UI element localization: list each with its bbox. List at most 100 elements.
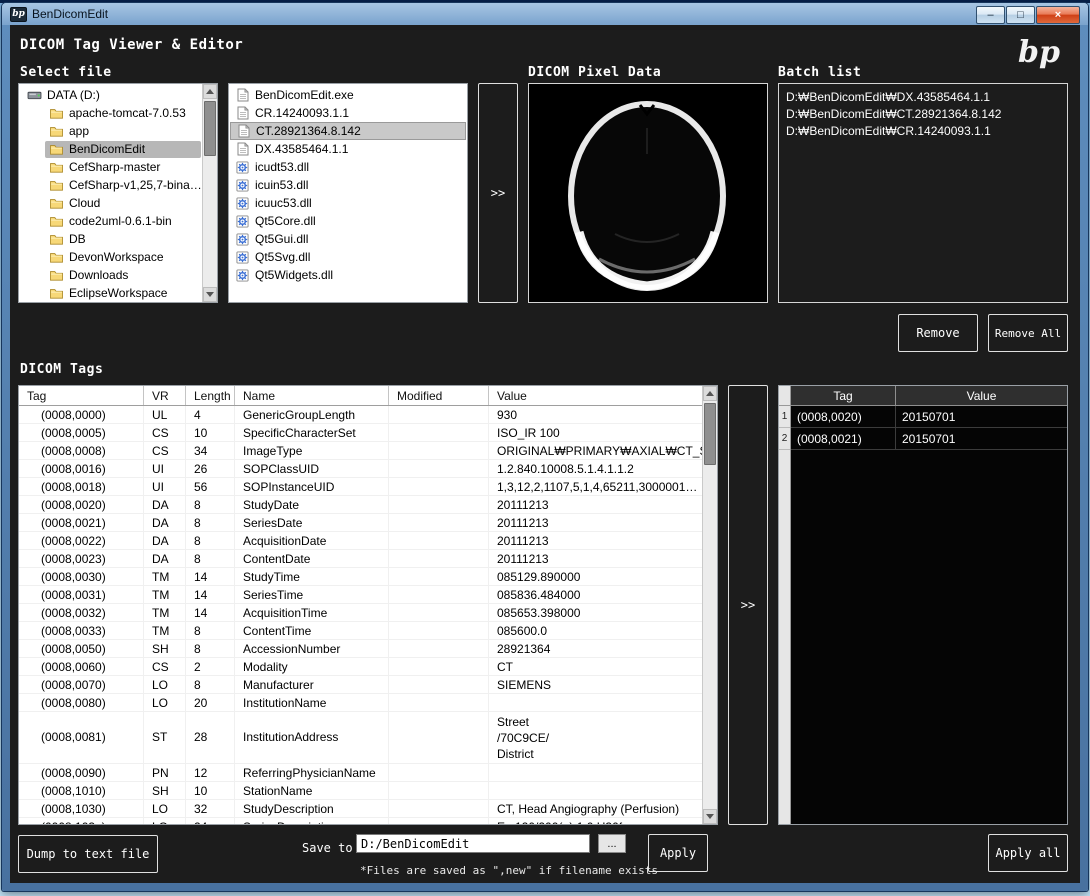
table-row[interactable]: (0008,0008)CS34ImageTypeORIGINAL₩PRIMARY… <box>19 442 702 460</box>
tags-table-viewport: TagVRLengthNameModifiedValue (0008,0000)… <box>19 386 702 824</box>
column-header[interactable]: Tag <box>19 386 144 405</box>
add-to-batch-button[interactable]: >> <box>478 83 518 303</box>
table-row[interactable]: (0008,0090)PN12ReferringPhysicianName <box>19 764 702 782</box>
minimize-button[interactable]: – <box>976 6 1005 24</box>
cell: 10 <box>186 782 235 799</box>
table-row[interactable]: (0008,0023)DA8ContentDate20111213 <box>19 550 702 568</box>
table-row[interactable]: (0008,1030)LO32StudyDescriptionCT, Head … <box>19 800 702 818</box>
transfer-button[interactable]: >> <box>728 385 768 825</box>
file-item[interactable]: DX.43585464.1.1 <box>230 140 466 158</box>
table-row[interactable]: (0008,0016)UI26SOPClassUID1.2.840.10008.… <box>19 460 702 478</box>
cell: (0008,0000) <box>19 406 144 423</box>
file-item-label: Qt5Gui.dll <box>255 232 308 246</box>
file-item[interactable]: BenDicomEdit.exe <box>230 86 466 104</box>
file-item[interactable]: Qt5Core.dll <box>230 212 466 230</box>
dll-icon <box>235 160 250 174</box>
cell: 14 <box>186 586 235 603</box>
scroll-down-icon[interactable] <box>203 287 217 302</box>
edit-row[interactable]: (0008,0020)20150701 <box>791 406 1067 428</box>
table-row[interactable]: (0008,0060)CS2ModalityCT <box>19 658 702 676</box>
tree-item[interactable]: code2uml-0.6.1-bin <box>19 212 201 230</box>
cell: 8 <box>186 550 235 567</box>
cell: CS <box>144 442 186 459</box>
tree-item[interactable]: app <box>19 122 201 140</box>
tree-item[interactable]: Downloads <box>19 266 201 284</box>
column-header[interactable]: Length <box>186 386 235 405</box>
select-file-label: Select file <box>20 65 112 80</box>
table-row[interactable]: (0008,0021)DA8SeriesDate20111213 <box>19 514 702 532</box>
tree-scrollbar-thumb[interactable] <box>204 101 216 156</box>
table-row[interactable]: (0008,0030)TM14StudyTime085129.890000 <box>19 568 702 586</box>
tree-item[interactable]: DevonWorkspace <box>19 248 201 266</box>
column-header[interactable]: VR <box>144 386 186 405</box>
tags-scrollbar-thumb[interactable] <box>704 403 716 465</box>
scroll-up-icon[interactable] <box>703 386 717 401</box>
table-row[interactable]: (0008,1010)SH10StationName <box>19 782 702 800</box>
table-row[interactable]: (0008,103e)LO24SeriesDescriptionEn 120/2… <box>19 818 702 824</box>
scroll-down-icon[interactable] <box>703 809 717 824</box>
table-row[interactable]: (0008,0080)LO20InstitutionName <box>19 694 702 712</box>
scroll-up-icon[interactable] <box>203 84 217 99</box>
table-row[interactable]: (0008,0050)SH8AccessionNumber28921364 <box>19 640 702 658</box>
column-header[interactable]: Value <box>489 386 702 405</box>
tree-item[interactable]: DATA (D:) <box>19 86 201 104</box>
cell <box>389 782 489 799</box>
tree-item[interactable]: EclipseWorkspace <box>19 284 201 302</box>
tree-scrollbar[interactable] <box>202 84 217 302</box>
file-item[interactable]: icudt53.dll <box>230 158 466 176</box>
title-bar[interactable]: bp BenDicomEdit – □ × <box>2 3 1088 25</box>
file-item[interactable]: Qt5Svg.dll <box>230 248 466 266</box>
tree-item[interactable]: DB <box>19 230 201 248</box>
batch-item[interactable]: D:₩BenDicomEdit₩DX.43585464.1.1 <box>786 89 1060 106</box>
remove-button[interactable]: Remove <box>898 314 978 352</box>
batch-list: D:₩BenDicomEdit₩DX.43585464.1.1D:₩BenDic… <box>778 83 1068 303</box>
browse-button[interactable]: ... <box>598 834 626 853</box>
tree-item-label: CefSharp-master <box>69 160 160 174</box>
dll-icon <box>235 178 250 192</box>
file-item[interactable]: CT.28921364.8.142 <box>230 122 466 140</box>
column-header[interactable]: Modified <box>389 386 489 405</box>
table-row[interactable]: (0008,0000)UL4GenericGroupLength930 <box>19 406 702 424</box>
file-item[interactable]: CR.14240093.1.1 <box>230 104 466 122</box>
cell: ContentTime <box>235 622 389 639</box>
table-row[interactable]: (0008,0005)CS10SpecificCharacterSetISO_I… <box>19 424 702 442</box>
tree-item[interactable]: CefSharp-master <box>19 158 201 176</box>
tree-item-label: CefSharp-v1,25,7-bina… <box>69 178 202 192</box>
cell: CS <box>144 658 186 675</box>
tree-item[interactable]: apache-tomcat-7.0.53 <box>19 104 201 122</box>
dump-to-text-file-button[interactable]: Dump to text file <box>18 835 158 873</box>
file-item[interactable]: icuuc53.dll <box>230 194 466 212</box>
column-header[interactable]: Name <box>235 386 389 405</box>
edit-col-value: Value <box>896 386 1067 406</box>
table-row[interactable]: (0008,0033)TM8ContentTime085600.0 <box>19 622 702 640</box>
cell: (0008,0033) <box>19 622 144 639</box>
cell: DA <box>144 514 186 531</box>
batch-item[interactable]: D:₩BenDicomEdit₩CR.14240093.1.1 <box>786 123 1060 140</box>
apply-all-button[interactable]: Apply all <box>988 834 1068 872</box>
tree-item[interactable]: Cloud <box>19 194 201 212</box>
tree-item[interactable]: BenDicomEdit <box>19 140 201 158</box>
tree-item[interactable]: CefSharp-v1,25,7-bina… <box>19 176 201 194</box>
save-path-input[interactable] <box>356 834 590 853</box>
file-item[interactable]: icuin53.dll <box>230 176 466 194</box>
table-row[interactable]: (0008,0070)LO8ManufacturerSIEMENS <box>19 676 702 694</box>
table-row[interactable]: (0008,0018)UI56SOPInstanceUID1,3,12,2,11… <box>19 478 702 496</box>
cell: PN <box>144 764 186 781</box>
table-row[interactable]: (0008,0031)TM14SeriesTime085836.484000 <box>19 586 702 604</box>
file-item[interactable]: Qt5Gui.dll <box>230 230 466 248</box>
table-row[interactable]: (0008,0022)DA8AcquisitionDate20111213 <box>19 532 702 550</box>
batch-item[interactable]: D:₩BenDicomEdit₩CT.28921364.8.142 <box>786 106 1060 123</box>
file-item[interactable]: Qt5Widgets.dll <box>230 266 466 284</box>
tags-scrollbar[interactable] <box>702 386 717 824</box>
close-button[interactable]: × <box>1036 6 1080 24</box>
table-row[interactable]: (0008,0020)DA8StudyDate20111213 <box>19 496 702 514</box>
client-area: DICOM Tag Viewer & Editor bp Select file… <box>10 25 1080 883</box>
maximize-button[interactable]: □ <box>1006 6 1035 24</box>
cell <box>389 424 489 441</box>
cell: 20111213 <box>489 532 702 549</box>
file-item-label: icuuc53.dll <box>255 196 312 210</box>
table-row[interactable]: (0008,0081)ST28InstitutionAddressStreet … <box>19 712 702 764</box>
table-row[interactable]: (0008,0032)TM14AcquisitionTime085653.398… <box>19 604 702 622</box>
remove-all-button[interactable]: Remove All <box>988 314 1068 352</box>
edit-row[interactable]: (0008,0021)20150701 <box>791 428 1067 450</box>
